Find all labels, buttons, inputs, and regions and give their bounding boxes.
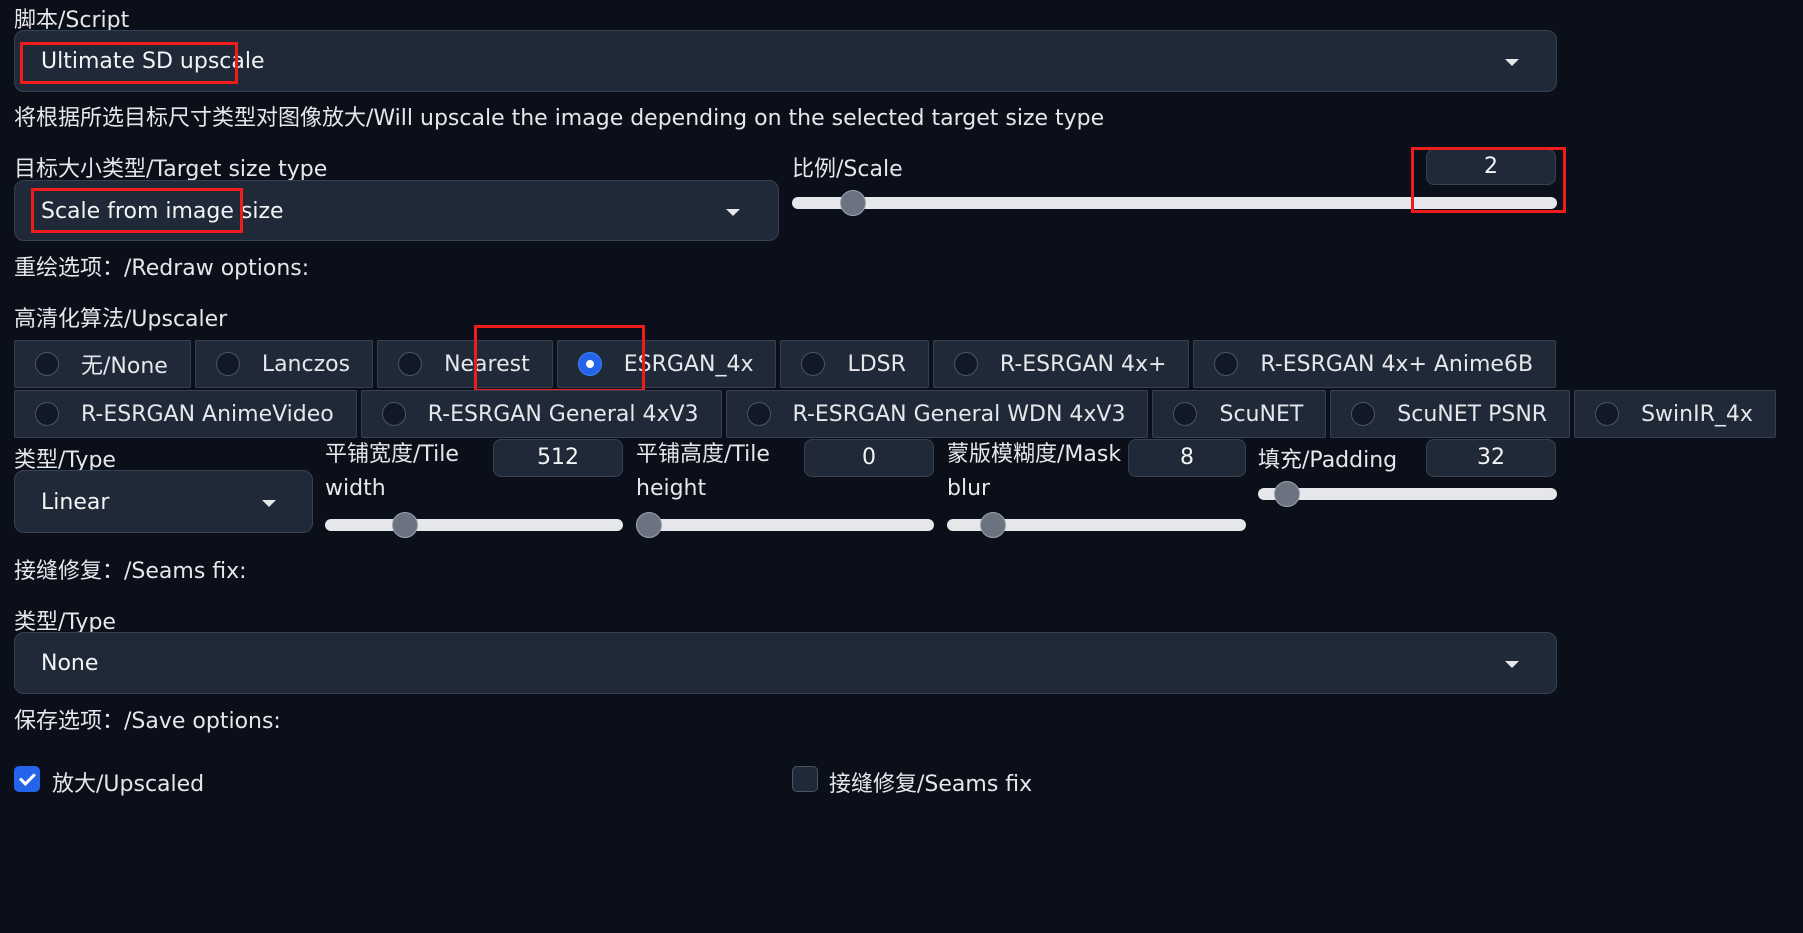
seams-fix-type-dropdown[interactable]: None (14, 632, 1557, 694)
upscaler-option-r-esrgan-4x-plus[interactable]: R-ESRGAN 4x+ (932, 340, 1190, 388)
seams-fix-section-label: 接缝修复：/Seams fix: (14, 559, 247, 584)
script-dropdown[interactable]: Ultimate SD upscale (14, 30, 1557, 92)
padding-label: 填充/Padding (1258, 448, 1398, 473)
upscaler-option-ldsr[interactable]: LDSR (780, 340, 929, 388)
radio-circle-icon (746, 402, 771, 426)
option-label: R-ESRGAN 4x+ (999, 351, 1167, 377)
upscaler-option-r-esrgan-4x-plus-anime6b[interactable]: R-ESRGAN 4x+ Anime6B (1193, 340, 1557, 388)
upscaler-radio-row-1: 无/None Lanczos Nearest ESRGAN_4x LDSR R-… (14, 340, 1557, 388)
upscaler-option-r-esrgan-general-4xv3[interactable]: R-ESRGAN General 4xV3 (360, 390, 722, 438)
script-description: 将根据所选目标尺寸类型对图像放大/Will upscale the image … (14, 106, 1105, 131)
seams-fix-checkbox-label[interactable]: 接缝修复/Seams fix (829, 766, 1032, 798)
chevron-down-icon (262, 500, 276, 507)
option-label: LDSR (847, 351, 906, 377)
option-label: SwinIR_4x (1641, 401, 1753, 427)
tile-height-input[interactable]: 0 (804, 439, 934, 477)
radio-circle-icon (381, 402, 406, 426)
tile-width-slider-handle[interactable] (392, 512, 418, 538)
chevron-down-icon (1505, 661, 1519, 668)
radio-circle-icon (1214, 352, 1239, 376)
upscaler-option-r-esrgan-general-wdn-4xv3[interactable]: R-ESRGAN General WDN 4xV3 (725, 390, 1149, 438)
option-label: R-ESRGAN General WDN 4xV3 (792, 401, 1126, 427)
upscaler-option-none[interactable]: 无/None (14, 340, 191, 388)
redraw-options-label: 重绘选项：/Redraw options: (14, 256, 310, 281)
option-label: ScuNET (1219, 401, 1304, 427)
radio-circle-icon (1351, 402, 1376, 426)
mask-blur-input[interactable]: 8 (1128, 439, 1246, 477)
tile-height-label: 平铺高度/Tile height (636, 442, 770, 501)
radio-circle-icon (1595, 402, 1620, 426)
radio-circle-icon (1173, 402, 1198, 426)
upscaler-option-scunet-psnr[interactable]: ScuNET PSNR (1330, 390, 1571, 438)
highlight-box (20, 42, 238, 84)
chevron-down-icon (726, 209, 740, 216)
padding-slider-handle[interactable] (1274, 481, 1300, 507)
scale-label: 比例/Scale (792, 157, 903, 182)
highlight-box (31, 188, 243, 233)
chevron-down-icon (1505, 59, 1519, 66)
option-label: R-ESRGAN 4x+ Anime6B (1260, 351, 1534, 377)
tile-width-slider-track[interactable] (325, 519, 623, 531)
upscaler-option-lanczos[interactable]: Lanczos (194, 340, 374, 388)
padding-input[interactable]: 32 (1426, 439, 1556, 477)
radio-circle-icon (953, 352, 978, 376)
upscaler-radio-row-2: R-ESRGAN AnimeVideo R-ESRGAN General 4xV… (14, 390, 1776, 438)
tile-width-input[interactable]: 512 (493, 439, 623, 477)
radio-circle-icon (398, 352, 423, 376)
upscaled-checkbox[interactable] (14, 766, 40, 792)
mask-blur-label: 蒙版模糊度/Mask blur (947, 442, 1122, 501)
tile-height-slider-track[interactable] (636, 519, 934, 531)
option-label: R-ESRGAN AnimeVideo (81, 401, 334, 427)
highlight-box (1411, 147, 1566, 213)
upscaler-option-scunet[interactable]: ScuNET (1152, 390, 1327, 438)
radio-circle-icon (35, 352, 59, 376)
save-options-label: 保存选项：/Save options: (14, 709, 281, 734)
seams-fix-checkbox[interactable] (792, 766, 818, 792)
option-label: R-ESRGAN General 4xV3 (427, 401, 699, 427)
radio-circle-icon (801, 352, 826, 376)
option-label: ScuNET PSNR (1397, 401, 1548, 427)
option-label: 无/None (81, 354, 168, 379)
redraw-type-dropdown[interactable]: Linear (14, 470, 313, 533)
upscaler-option-swinir-4x[interactable]: SwinIR_4x (1574, 390, 1776, 438)
upscaler-option-r-esrgan-animevideo[interactable]: R-ESRGAN AnimeVideo (14, 390, 357, 438)
radio-circle-icon (215, 352, 240, 376)
seams-fix-type-value: None (41, 651, 99, 676)
padding-slider-track[interactable] (1258, 488, 1557, 500)
upscaler-label: 高清化算法/Upscaler (14, 307, 228, 332)
highlight-box (474, 325, 645, 392)
upscaled-checkbox-label[interactable]: 放大/Upscaled (52, 766, 204, 798)
tile-width-label: 平铺宽度/Tile width (325, 442, 459, 501)
redraw-type-value: Linear (41, 490, 110, 515)
scale-slider-handle[interactable] (840, 190, 866, 216)
tile-height-slider-handle[interactable] (636, 512, 662, 538)
mask-blur-slider-handle[interactable] (980, 512, 1006, 538)
radio-circle-icon (35, 402, 59, 426)
target-size-label: 目标大小类型/Target size type (14, 157, 328, 182)
option-label: Lanczos (261, 351, 351, 377)
